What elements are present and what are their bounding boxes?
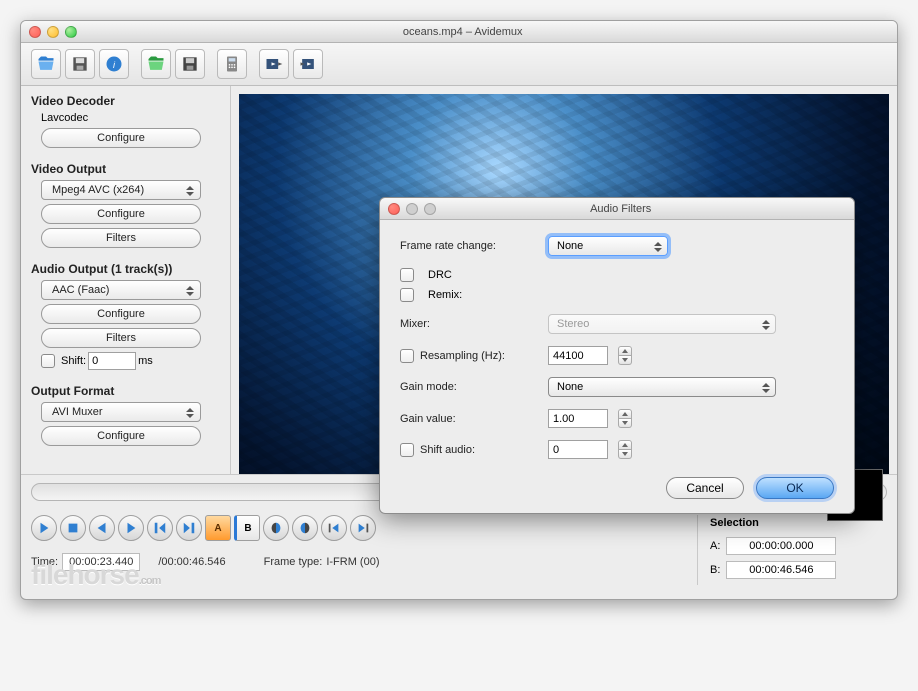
- drc-label: DRC: [428, 269, 452, 281]
- prev-keyframe-button[interactable]: [147, 515, 173, 541]
- resampling-label: Resampling (Hz):: [420, 350, 505, 362]
- transport: A B: [31, 515, 683, 541]
- window-title: oceans.mp4 – Avidemux: [21, 24, 897, 40]
- audio-output-select[interactable]: AAC (Faac): [41, 280, 201, 300]
- frame-type-label: Frame type:: [264, 556, 323, 568]
- info-button[interactable]: i: [99, 49, 129, 79]
- output-format-configure-button[interactable]: Configure: [41, 426, 201, 446]
- resampling-stepper[interactable]: [618, 346, 632, 365]
- set-marker-a-button[interactable]: A: [205, 515, 231, 541]
- remix-checkbox[interactable]: [400, 288, 414, 302]
- gain-value-label: Gain value:: [400, 413, 540, 425]
- play-button[interactable]: [31, 515, 57, 541]
- drc-checkbox[interactable]: [400, 268, 414, 282]
- video-output-title: Video Output: [31, 162, 220, 176]
- output-format-title: Output Format: [31, 384, 220, 398]
- resampling-input[interactable]: [548, 346, 608, 365]
- next-frame-button[interactable]: [118, 515, 144, 541]
- main-titlebar: oceans.mp4 – Avidemux: [21, 21, 897, 43]
- shift-audio-input[interactable]: [548, 440, 608, 459]
- shift-audio-stepper[interactable]: [618, 440, 632, 459]
- mixer-select: Stereo: [548, 314, 776, 334]
- ok-button[interactable]: OK: [756, 477, 834, 499]
- video-output-configure-button[interactable]: Configure: [41, 204, 201, 224]
- audio-output-filters-button[interactable]: Filters: [41, 328, 201, 348]
- time-total: /00:00:46.546: [158, 556, 225, 568]
- shift-audio-checkbox[interactable]: [400, 443, 414, 457]
- open-button[interactable]: [31, 49, 61, 79]
- audio-filters-dialog: Audio Filters Frame rate change: None DR…: [379, 197, 855, 514]
- frame-type-value: I-FRM (00): [326, 556, 379, 568]
- selection-panel: Selection A:00:00:00.000 B:00:00:46.546: [697, 515, 887, 585]
- dialog-title: Audio Filters: [380, 201, 854, 217]
- dialog-minimize-icon: [406, 203, 418, 215]
- remix-label: Remix:: [428, 289, 462, 301]
- selection-b-label: B:: [710, 564, 720, 576]
- cancel-button[interactable]: Cancel: [666, 477, 744, 499]
- time-row: Time: 00:00:23.440 /00:00:46.546 Frame t…: [31, 553, 683, 571]
- mixer-label: Mixer:: [400, 318, 540, 330]
- gain-mode-select[interactable]: None: [548, 377, 776, 397]
- selection-a-label: A:: [710, 540, 720, 552]
- set-marker-b-button[interactable]: B: [234, 515, 260, 541]
- video-output-filters-button[interactable]: Filters: [41, 228, 201, 248]
- open-project-button[interactable]: [141, 49, 171, 79]
- dialog-zoom-icon: [424, 203, 436, 215]
- video-decoder-codec: Lavcodec: [41, 112, 220, 124]
- shift-input[interactable]: [88, 352, 136, 370]
- time-current[interactable]: 00:00:23.440: [62, 553, 140, 571]
- resampling-checkbox[interactable]: [400, 349, 414, 363]
- video-decoder-title: Video Decoder: [31, 94, 220, 108]
- zoom-icon[interactable]: [65, 26, 77, 38]
- first-frame-button[interactable]: [321, 515, 347, 541]
- last-frame-button[interactable]: [350, 515, 376, 541]
- video-output-select[interactable]: Mpeg4 AVC (x264): [41, 180, 201, 200]
- audio-output-configure-button[interactable]: Configure: [41, 304, 201, 324]
- audio-output-title: Audio Output (1 track(s)): [31, 262, 220, 276]
- output-format-select[interactable]: AVI Muxer: [41, 402, 201, 422]
- dialog-titlebar: Audio Filters: [380, 198, 854, 220]
- prev-frame-button[interactable]: [89, 515, 115, 541]
- video-decoder-configure-button[interactable]: Configure: [41, 128, 201, 148]
- play-filtered-button[interactable]: [259, 49, 289, 79]
- main-window: oceans.mp4 – Avidemux i Video Decoder La…: [20, 20, 898, 600]
- selection-b-value[interactable]: 00:00:46.546: [726, 561, 836, 579]
- gain-mode-label: Gain mode:: [400, 381, 540, 393]
- stop-button[interactable]: [60, 515, 86, 541]
- play-output-button[interactable]: [293, 49, 323, 79]
- shift-label: Shift:: [61, 355, 86, 367]
- time-label: Time:: [31, 556, 58, 568]
- minimize-icon[interactable]: [47, 26, 59, 38]
- selection-a-value[interactable]: 00:00:00.000: [726, 537, 836, 555]
- next-cut-button[interactable]: [292, 515, 318, 541]
- dialog-close-icon[interactable]: [388, 203, 400, 215]
- shift-checkbox[interactable]: [41, 354, 55, 368]
- frame-rate-label: Frame rate change:: [400, 240, 540, 252]
- shift-audio-label: Shift audio:: [420, 444, 475, 456]
- save-project-button[interactable]: [175, 49, 205, 79]
- shift-unit: ms: [138, 355, 153, 367]
- close-icon[interactable]: [29, 26, 41, 38]
- gain-value-input[interactable]: [548, 409, 608, 428]
- prev-cut-button[interactable]: [263, 515, 289, 541]
- frame-rate-select[interactable]: None: [548, 236, 668, 256]
- next-keyframe-button[interactable]: [176, 515, 202, 541]
- save-button[interactable]: [65, 49, 95, 79]
- toolbar: i: [21, 43, 897, 86]
- sidebar: Video Decoder Lavcodec Configure Video O…: [21, 86, 231, 474]
- calculator-button[interactable]: [217, 49, 247, 79]
- gain-value-stepper[interactable]: [618, 409, 632, 428]
